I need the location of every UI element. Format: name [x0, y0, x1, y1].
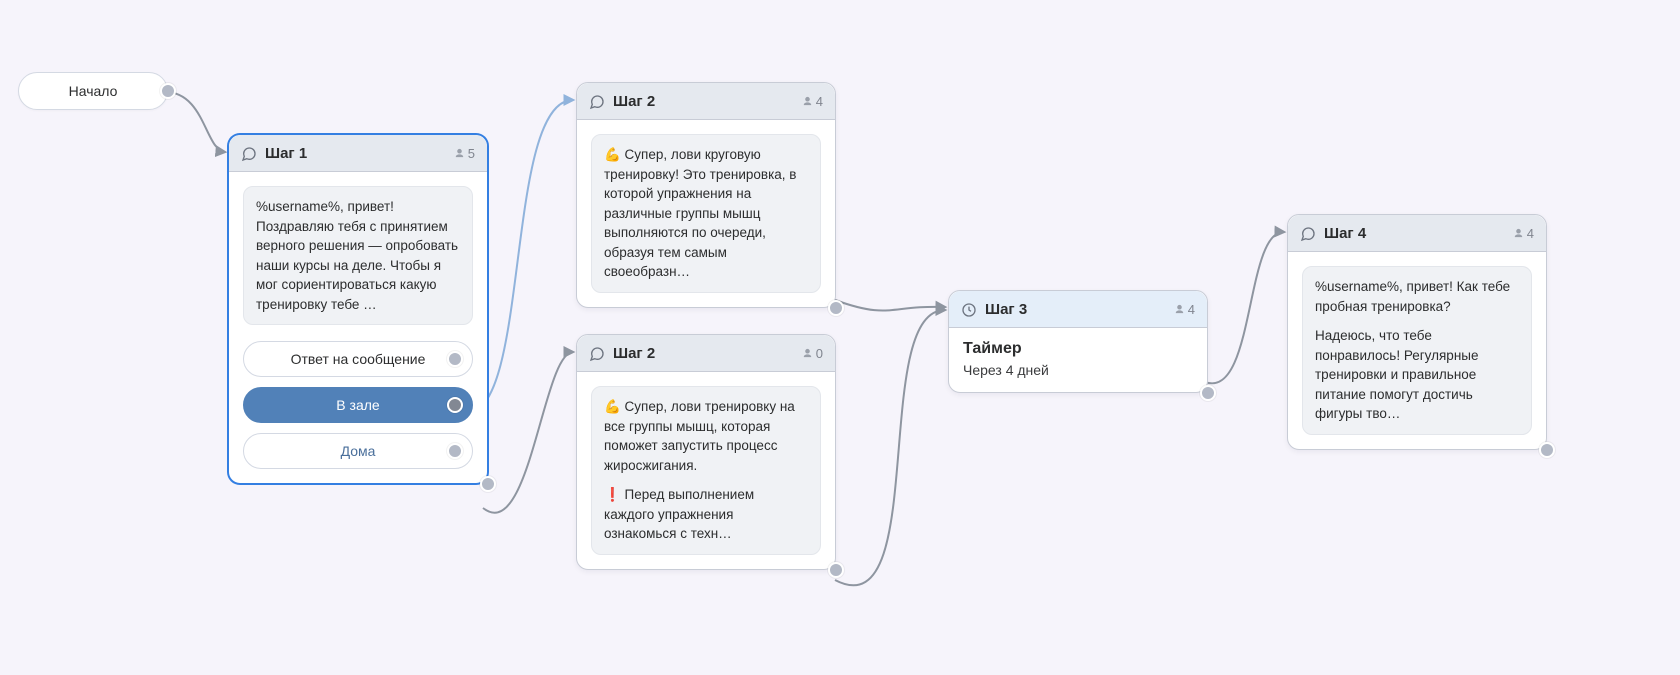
user-count: 4	[1513, 226, 1534, 241]
person-icon	[802, 96, 813, 107]
start-node[interactable]: Начало	[18, 72, 168, 110]
port-out[interactable]	[828, 562, 844, 578]
card-title: Шаг 2	[613, 345, 794, 362]
step-card-2b[interactable]: Шаг 2 0 💪 Супер, лови тренировку на все …	[576, 334, 836, 570]
port-out[interactable]	[447, 351, 463, 367]
chat-icon	[589, 94, 605, 110]
step-card-3[interactable]: Шаг 3 4 Таймер Через 4 дней	[948, 290, 1208, 393]
option-home[interactable]: Дома	[243, 433, 473, 469]
reply-options: Ответ на сообщение В зале Дома	[243, 341, 473, 469]
card-body: %username%, привет! Как тебе пробная тре…	[1288, 252, 1546, 449]
step-card-4[interactable]: Шаг 4 4 %username%, привет! Как тебе про…	[1287, 214, 1547, 450]
user-count: 5	[454, 146, 475, 161]
card-body: %username%, привет! Поздравляю тебя с пр…	[229, 172, 487, 483]
step-card-1[interactable]: Шаг 1 5 %username%, привет! Поздравляю т…	[228, 134, 488, 484]
message-bubble: 💪 Супер, лови круговую тренировку! Это т…	[591, 134, 821, 293]
card-header: Шаг 4 4	[1288, 215, 1546, 252]
step-card-2a[interactable]: Шаг 2 4 💪 Супер, лови круговую тренировк…	[576, 82, 836, 308]
port-out[interactable]	[1539, 442, 1555, 458]
user-count: 4	[1174, 302, 1195, 317]
clock-icon	[961, 302, 977, 318]
card-body: Таймер Через 4 дней	[949, 328, 1207, 392]
timer-subtitle: Через 4 дней	[963, 362, 1193, 378]
message-bubble: %username%, привет! Поздравляю тебя с пр…	[243, 186, 473, 325]
user-count: 4	[802, 94, 823, 109]
timer-title: Таймер	[963, 340, 1193, 358]
port-out[interactable]	[480, 476, 496, 492]
port-out[interactable]	[447, 443, 463, 459]
option-reply[interactable]: Ответ на сообщение	[243, 341, 473, 377]
person-icon	[1513, 228, 1524, 239]
card-title: Шаг 3	[985, 301, 1166, 318]
port-out[interactable]	[160, 83, 176, 99]
card-header: Шаг 2 4	[577, 83, 835, 120]
message-bubble: 💪 Супер, лови тренировку на все группы м…	[591, 386, 821, 555]
card-header: Шаг 2 0	[577, 335, 835, 372]
user-count: 0	[802, 346, 823, 361]
port-out[interactable]	[828, 300, 844, 316]
port-out[interactable]	[1200, 385, 1216, 401]
message-bubble: %username%, привет! Как тебе пробная тре…	[1302, 266, 1532, 435]
chat-icon	[1300, 226, 1316, 242]
card-body: 💪 Супер, лови круговую тренировку! Это т…	[577, 120, 835, 307]
chat-icon	[241, 146, 257, 162]
card-header: Шаг 3 4	[949, 291, 1207, 328]
person-icon	[1174, 304, 1185, 315]
card-title: Шаг 2	[613, 93, 794, 110]
card-title: Шаг 1	[265, 145, 446, 162]
port-out[interactable]	[447, 397, 463, 413]
person-icon	[454, 148, 465, 159]
start-label: Начало	[69, 83, 118, 99]
flow-canvas[interactable]: Начало Шаг 1 5 %username%, привет! Поздр…	[0, 0, 1680, 675]
person-icon	[802, 348, 813, 359]
option-gym[interactable]: В зале	[243, 387, 473, 423]
card-body: 💪 Супер, лови тренировку на все группы м…	[577, 372, 835, 569]
card-title: Шаг 4	[1324, 225, 1505, 242]
card-header: Шаг 1 5	[229, 135, 487, 172]
chat-icon	[589, 346, 605, 362]
